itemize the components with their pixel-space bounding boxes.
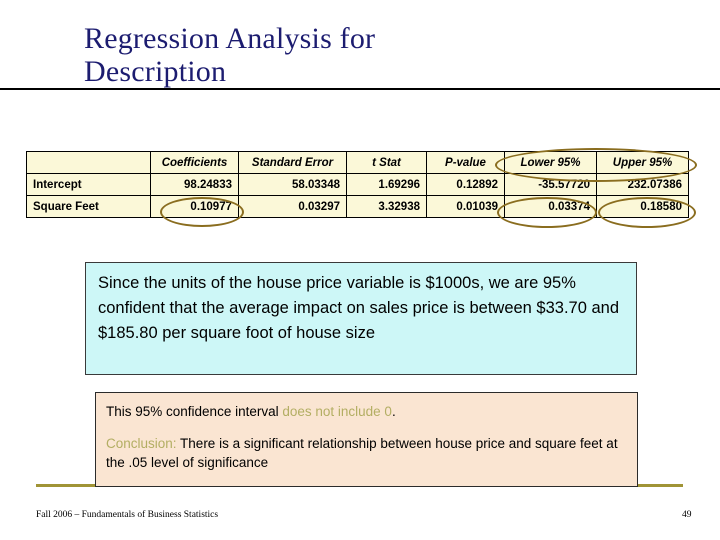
conclusion-label: Conclusion: [106,436,177,451]
page-title: Regression Analysis for Description [84,22,376,88]
table-header-t-stat: t Stat [346,151,427,174]
row-label-square-feet: Square Feet [26,195,151,218]
table-header-standard-error: Standard Error [238,151,347,174]
conclusion-body: There is a significant relationship betw… [106,436,618,470]
cell-square-feet-p-value: 0.01039 [426,195,505,218]
table-header-p-value: P-value [426,151,505,174]
cell-square-feet-lower-95: 0.03374 [504,195,597,218]
cell-square-feet-upper-95: 0.18580 [596,195,689,218]
table-header-coefficients: Coefficients [150,151,239,174]
cell-intercept-p-value: 0.12892 [426,173,505,196]
table-row: Intercept 98.24833 58.03348 1.69296 0.12… [26,173,689,196]
cell-square-feet-coefficient: 0.10977 [150,195,239,218]
table-header-row: Coefficients Standard Error t Stat P-val… [26,151,689,174]
cell-intercept-upper-95: 232.07386 [596,173,689,196]
footer-source: Fall 2006 – Fundamentals of Business Sta… [36,510,219,520]
cell-intercept-lower-95: -35.57720 [504,173,597,196]
footer-page-number: 49 [682,510,692,520]
cell-intercept-standard-error: 58.03348 [238,173,347,196]
table-header-lower-95: Lower 95% [504,151,597,174]
conclusion-line1-suffix: . [391,404,396,419]
table-header-blank [26,151,151,174]
cell-square-feet-standard-error: 0.03297 [238,195,347,218]
regression-output-table: Coefficients Standard Error t Stat P-val… [26,151,689,218]
table-row: Square Feet 0.10977 0.03297 3.32938 0.01… [26,195,689,218]
row-label-intercept: Intercept [26,173,151,196]
title-divider-rule [0,88,720,90]
cell-square-feet-t-stat: 3.32938 [346,195,427,218]
table-header-upper-95: Upper 95% [596,151,689,174]
cell-intercept-coefficient: 98.24833 [150,173,239,196]
conclusion-line1-emphasis: does not include 0 [282,404,392,419]
conclusion-callout: This 95% confidence interval does not in… [95,392,638,487]
interpretation-callout: Since the units of the house price varia… [85,262,637,375]
conclusion-line1-prefix: This 95% confidence interval [106,404,283,419]
conclusion-line-1: This 95% confidence interval does not in… [106,402,629,421]
cell-intercept-t-stat: 1.69296 [346,173,427,196]
conclusion-line-2: Conclusion: There is a significant relat… [106,434,629,472]
